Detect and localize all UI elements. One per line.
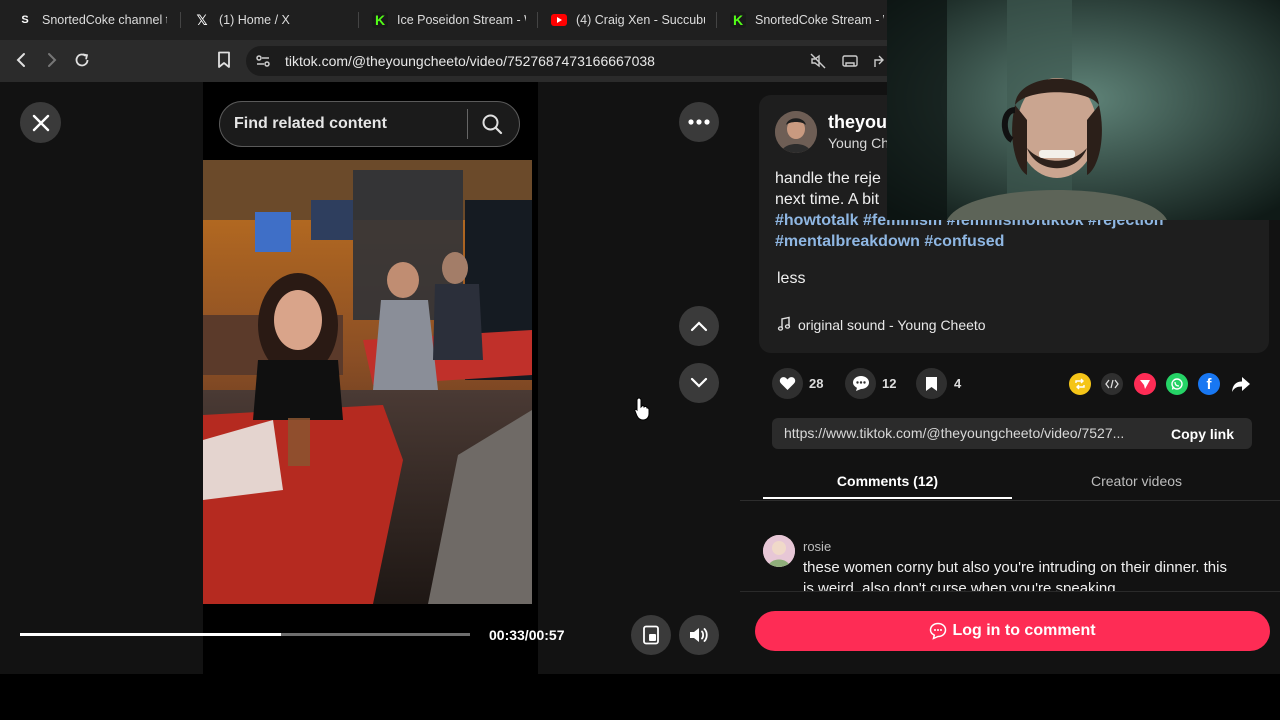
tab-creator-videos[interactable]: Creator videos (1012, 463, 1261, 499)
search-divider (467, 109, 468, 139)
share-icon[interactable] (1231, 375, 1251, 393)
avatar[interactable] (775, 111, 817, 153)
tab-comments[interactable]: Comments (12) (763, 463, 1012, 499)
facebook-icon[interactable]: f (1198, 373, 1220, 395)
repost-icon[interactable] (1069, 373, 1091, 395)
embed-icon[interactable] (1101, 373, 1123, 395)
kick-favicon-icon: K (372, 12, 388, 28)
s-favicon-icon: S (21, 14, 29, 26)
next-video-button[interactable] (679, 363, 719, 403)
author-name[interactable]: theyou (828, 112, 887, 133)
bookmark-icon[interactable] (211, 47, 237, 73)
like-count: 28 (809, 376, 824, 391)
browser-tab[interactable]: (4) Craig Xen - Succubus (551, 0, 705, 40)
description-line: next time. A bit (775, 191, 880, 208)
share-page-icon[interactable] (873, 52, 887, 70)
comment-username[interactable]: rosie (803, 539, 831, 554)
more-options-button[interactable] (679, 102, 719, 142)
volume-icon (690, 628, 708, 642)
chevron-up-icon (690, 321, 708, 332)
forward-icon[interactable] (38, 47, 64, 73)
less-toggle[interactable]: less (777, 270, 805, 288)
close-icon (32, 114, 49, 131)
comment-button[interactable] (845, 368, 876, 399)
video-time: 00:33/00:57 (489, 627, 565, 643)
copy-link-button[interactable]: Copy link (1153, 418, 1252, 449)
webcam-overlay (887, 0, 1280, 220)
previous-video-button[interactable] (679, 306, 719, 346)
search-icon[interactable] (480, 112, 504, 136)
avatar[interactable] (763, 535, 795, 567)
comment-icon (852, 376, 869, 391)
floating-player-button[interactable] (631, 615, 671, 655)
bookmark-icon (926, 376, 937, 391)
youtube-favicon-icon (551, 12, 567, 28)
sound-link[interactable]: original sound - Young Cheeto (798, 317, 986, 333)
save-button[interactable] (916, 368, 947, 399)
screen: { "browser": { "tabs": [ {"title": "Snor… (0, 0, 1280, 720)
author-nickname: Young Ch (828, 135, 889, 151)
hashtag-line[interactable]: #mentalbreakdown #confused (775, 231, 1004, 252)
site-settings-icon[interactable] (254, 52, 272, 70)
browser-tab[interactable]: S SnortedCoke channel tra (17, 0, 167, 40)
cast-icon[interactable] (841, 52, 859, 70)
picture-in-picture-icon (643, 625, 659, 645)
divider (740, 500, 1280, 501)
close-button[interactable] (20, 102, 61, 143)
video-player[interactable] (203, 160, 532, 604)
browser-tab[interactable]: 𝕏 (1) Home / X (194, 0, 344, 40)
url-text[interactable]: tiktok.com/@theyoungcheeto/video/7527687… (285, 52, 655, 70)
active-tab-indicator (763, 497, 1012, 499)
browser-tab[interactable]: K Ice Poseidon Stream - W (372, 0, 526, 40)
kick-favicon-icon: K (730, 12, 746, 28)
description-line: handle the reje (775, 170, 881, 187)
comment-count: 12 (882, 376, 897, 391)
heart-icon (779, 377, 796, 390)
post-link-text[interactable]: https://www.tiktok.com/@theyoungcheeto/v… (784, 425, 1146, 441)
more-icon (688, 119, 710, 125)
mouse-cursor-icon (634, 397, 650, 421)
browser-tab[interactable]: K SnortedCoke Stream - W (730, 0, 884, 40)
video-progress-fill (20, 633, 281, 636)
send-to-friends-icon[interactable] (1134, 373, 1156, 395)
login-label: Log in to comment (952, 622, 1096, 639)
media-off-icon[interactable] (809, 52, 827, 70)
volume-button[interactable] (679, 615, 719, 655)
save-count: 4 (954, 376, 962, 391)
search-input[interactable]: Find related content (234, 115, 387, 133)
whatsapp-icon[interactable] (1166, 373, 1188, 395)
chevron-down-icon (690, 377, 708, 388)
back-icon[interactable] (9, 47, 35, 73)
reload-icon[interactable] (69, 47, 95, 73)
comment-text: these women corny but also you're intrud… (803, 559, 1227, 591)
music-note-icon (776, 316, 792, 332)
comment-icon (930, 622, 947, 640)
x-favicon-icon: 𝕏 (196, 11, 208, 28)
login-to-comment-button[interactable]: Log in to comment (755, 611, 1270, 651)
like-button[interactable] (772, 368, 803, 399)
video-progress-bar[interactable] (20, 633, 470, 636)
